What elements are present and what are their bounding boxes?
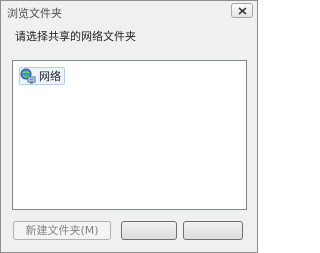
tree-item-label: 网络	[39, 70, 61, 83]
title-bar[interactable]: 浏览文件夹	[1, 1, 257, 22]
browse-folder-dialog: 浏览文件夹 请选择共享的网络文件夹 网络 新建文件夹(M)	[0, 0, 258, 253]
folder-tree[interactable]: 网络	[12, 60, 247, 210]
tree-item-network[interactable]: 网络	[19, 67, 65, 85]
instruction-text: 请选择共享的网络文件夹	[15, 30, 136, 43]
cancel-button[interactable]	[183, 221, 243, 240]
ok-button[interactable]	[121, 221, 177, 240]
new-folder-button[interactable]: 新建文件夹(M)	[13, 221, 111, 240]
close-icon	[238, 7, 247, 15]
close-button[interactable]	[231, 3, 253, 18]
network-icon	[20, 68, 36, 84]
window-title: 浏览文件夹	[7, 7, 62, 20]
